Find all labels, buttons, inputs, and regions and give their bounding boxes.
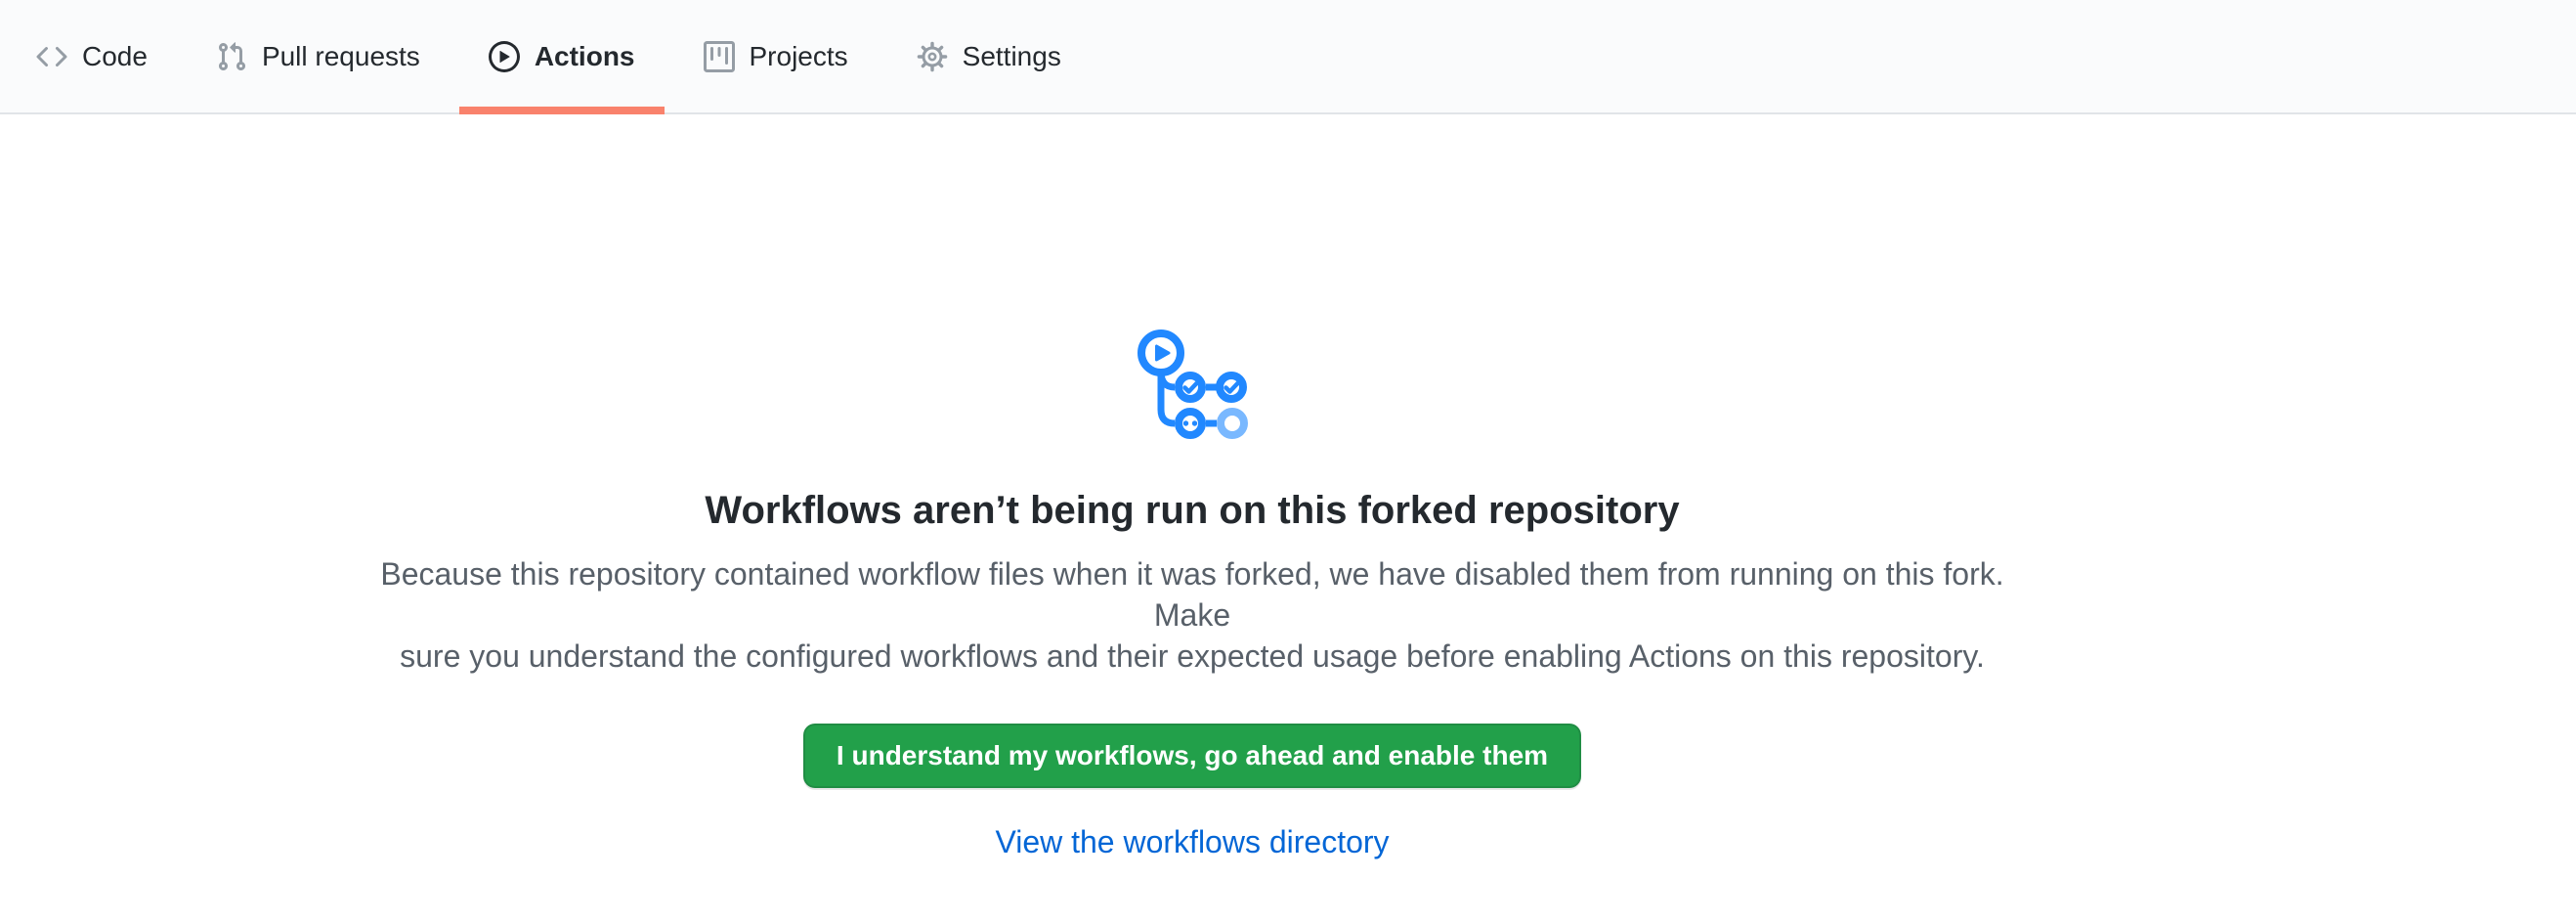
page-title: Workflows aren’t being run on this forke… <box>0 487 2384 534</box>
play-icon <box>489 41 520 72</box>
tab-actions-label: Actions <box>535 0 635 112</box>
blankslate: Workflows aren’t being run on this forke… <box>0 114 2384 860</box>
project-icon <box>704 41 735 72</box>
description-line-2: sure you understand the configured workf… <box>362 636 2023 677</box>
tab-pull-requests-label: Pull requests <box>262 0 420 112</box>
tab-settings-label: Settings <box>963 0 1061 112</box>
blankslate-description: Because this repository contained workfl… <box>362 553 2023 677</box>
code-icon <box>36 41 67 72</box>
repo-nav: Code Pull requests Actions Projects <box>0 0 2576 114</box>
workflow-illustration-icon <box>1129 327 1256 446</box>
tab-projects-label: Projects <box>750 0 848 112</box>
tab-pull-requests[interactable]: Pull requests <box>187 0 450 112</box>
tab-actions[interactable]: Actions <box>459 0 665 112</box>
gear-icon <box>917 41 948 72</box>
description-line-1: Because this repository contained workfl… <box>362 553 2023 636</box>
enable-workflows-button[interactable]: I understand my workflows, go ahead and … <box>803 724 1581 788</box>
tab-code-label: Code <box>82 0 148 112</box>
workflows-directory-link-row: View the workflows directory <box>0 823 2384 860</box>
tab-settings[interactable]: Settings <box>887 0 1091 112</box>
tab-code[interactable]: Code <box>7 0 177 112</box>
git-pull-request-icon <box>216 41 247 72</box>
tab-projects[interactable]: Projects <box>674 0 878 112</box>
workflows-directory-link[interactable]: View the workflows directory <box>995 824 1389 859</box>
